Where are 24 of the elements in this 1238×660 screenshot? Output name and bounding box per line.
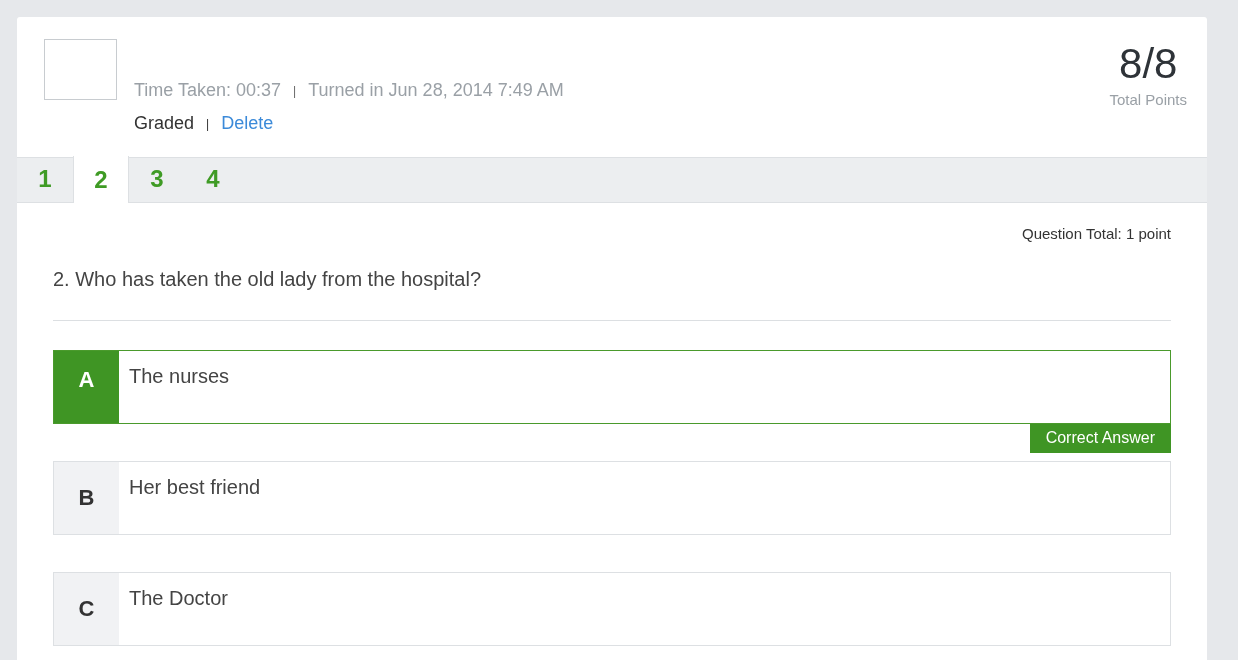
answer-option[interactable]: A The nurses (53, 349, 1171, 424)
option-text: Her best friend (128, 474, 261, 500)
question-text: 2. Who has taken the old lady from the hospital? (53, 266, 483, 292)
answer-option[interactable]: C The Doctor (53, 571, 1171, 646)
graded-status: Graded (134, 112, 195, 135)
total-score: 8/8 (1119, 39, 1178, 89)
delete-link[interactable]: Delete (221, 110, 274, 137)
question-tab[interactable]: 1 (17, 156, 73, 202)
time-taken: Time Taken: 00:37 (134, 79, 282, 102)
question-tab[interactable]: 2 (73, 156, 129, 203)
option-letter: A (54, 350, 119, 423)
option-text: The nurses (128, 363, 230, 389)
question-tab[interactable]: 4 (185, 156, 241, 202)
option-letter: B (54, 461, 119, 534)
question-total: Question Total: 1 point (1022, 224, 1171, 244)
turned-in-date: Turned in Jun 28, 2014 7:49 AM (308, 79, 564, 102)
option-text: The Doctor (128, 585, 228, 611)
correct-answer-badge: Correct Answer (1029, 423, 1171, 453)
separator: | (206, 115, 210, 133)
question-tab[interactable]: 3 (129, 156, 185, 202)
answer-option[interactable]: B Her best friend (53, 460, 1171, 535)
total-points-label: Total Points (1109, 90, 1187, 110)
separator: | (293, 82, 297, 100)
option-letter: C (54, 572, 119, 645)
